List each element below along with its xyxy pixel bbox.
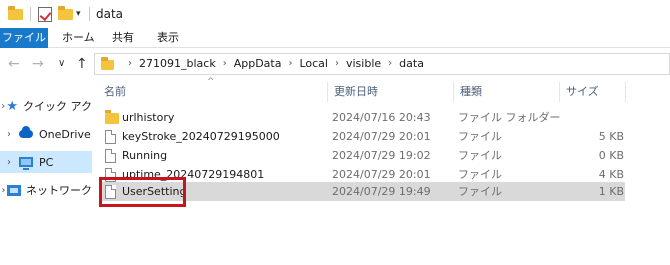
- file-list: ^ 名前 更新日時 種類 サイズ urlhistory 2024/07/16 2…: [92, 77, 670, 265]
- tab-file[interactable]: ファイル: [0, 28, 48, 48]
- file-date: 2024/07/29 19:02: [332, 149, 431, 162]
- recent-locations-chevron-icon[interactable]: ∨: [58, 58, 65, 69]
- properties-check-icon[interactable]: [38, 6, 52, 22]
- nav-item-quick-access[interactable]: › ★ クイック アク: [0, 95, 92, 117]
- chevron-right-icon[interactable]: ›: [223, 58, 227, 69]
- file-name: Running: [122, 149, 168, 162]
- toolbar-divider: [30, 7, 31, 21]
- file-size: 1 KB: [598, 185, 624, 198]
- nav-item-label: PC: [39, 155, 54, 169]
- window-title: data: [96, 7, 124, 21]
- onedrive-cloud-icon: [18, 126, 34, 141]
- file-size: 0 KB: [598, 149, 624, 162]
- breadcrumb-item[interactable]: Local: [299, 57, 328, 70]
- file-type: ファイル フォルダー: [458, 111, 561, 124]
- address-bar[interactable]: › 271091_black › AppData › Local › visib…: [94, 53, 670, 75]
- chevron-right-icon[interactable]: ›: [0, 129, 18, 140]
- file-size: 5 KB: [598, 130, 624, 143]
- chevron-right-icon[interactable]: ›: [335, 58, 339, 69]
- tab-share[interactable]: 共有: [112, 28, 134, 48]
- file-name: keyStroke_20240729195000: [122, 130, 280, 143]
- quick-access-dropdown-icon[interactable]: ▾: [76, 6, 81, 22]
- title-bar: ▾ data: [0, 0, 670, 28]
- column-size[interactable]: サイズ: [560, 80, 620, 104]
- nav-item-network[interactable]: › ネットワーク: [0, 179, 93, 201]
- file-row[interactable]: Running 2024/07/29 19:02 ファイル 0 KB: [100, 146, 625, 165]
- breadcrumb-item[interactable]: 271091_black: [139, 57, 216, 70]
- pc-icon: [18, 155, 34, 170]
- chevron-right-icon[interactable]: ›: [388, 58, 392, 69]
- folder-icon: [101, 57, 114, 70]
- address-row: ← → ∨ ↑ › 271091_black › AppData › Local…: [0, 48, 670, 80]
- file-name: urlhistory: [122, 111, 175, 124]
- breadcrumb-item[interactable]: visible: [346, 57, 381, 70]
- back-arrow-icon[interactable]: ←: [8, 56, 20, 72]
- breadcrumb-item[interactable]: AppData: [234, 57, 282, 70]
- file-row[interactable]: urlhistory 2024/07/16 20:43 ファイル フォルダー: [100, 108, 625, 127]
- up-arrow-icon[interactable]: ↑: [76, 56, 88, 72]
- folder-icon: [105, 110, 119, 124]
- breadcrumb-item[interactable]: data: [399, 57, 424, 70]
- new-folder-icon[interactable]: [58, 5, 73, 22]
- chevron-right-icon[interactable]: ›: [0, 157, 18, 168]
- chevron-right-icon[interactable]: ›: [128, 58, 132, 69]
- file-row[interactable]: keyStroke_20240729195000 2024/07/29 20:0…: [100, 127, 625, 146]
- nav-item-onedrive[interactable]: › OneDrive: [0, 123, 92, 145]
- nav-item-label: ネットワーク: [26, 184, 92, 197]
- column-header-row: ^ 名前 更新日時 種類 サイズ: [92, 77, 670, 104]
- highlight-annotation-box: [99, 177, 186, 207]
- nav-item-label: クイック アク: [23, 100, 92, 113]
- column-date[interactable]: 更新日時: [328, 80, 454, 104]
- breadcrumb: › 271091_black › AppData › Local › visib…: [121, 57, 424, 70]
- nav-item-pc[interactable]: › PC: [0, 151, 92, 173]
- file-type: ファイル: [458, 149, 502, 162]
- ribbon: ファイル ホーム 共有 表示: [0, 28, 670, 48]
- file-type: ファイル: [458, 185, 502, 198]
- nav-item-label: OneDrive: [39, 127, 91, 141]
- file-icon: [105, 130, 116, 144]
- column-name[interactable]: 名前: [98, 80, 326, 104]
- chevron-right-icon[interactable]: ›: [288, 58, 292, 69]
- file-date: 2024/07/29 20:01: [332, 130, 431, 143]
- file-date: 2024/07/16 20:43: [332, 111, 431, 124]
- file-type: ファイル: [458, 130, 502, 143]
- quick-access-star-icon: ★: [6, 98, 19, 114]
- tab-view[interactable]: 表示: [157, 28, 179, 48]
- column-divider[interactable]: [625, 82, 626, 102]
- column-type[interactable]: 種類: [454, 80, 559, 104]
- navigation-pane: › ★ クイック アク › OneDrive › PC › ネットワーク: [0, 80, 92, 265]
- chevron-right-icon[interactable]: ›: [0, 185, 7, 196]
- file-size: [574, 108, 624, 127]
- folder-icon: [8, 5, 23, 22]
- file-date: 2024/07/29 19:49: [332, 185, 431, 198]
- file-icon: [105, 149, 116, 163]
- toolbar-divider: [89, 7, 90, 21]
- forward-arrow-icon[interactable]: →: [32, 56, 44, 72]
- tab-home[interactable]: ホーム: [62, 28, 95, 48]
- network-icon: [7, 183, 21, 197]
